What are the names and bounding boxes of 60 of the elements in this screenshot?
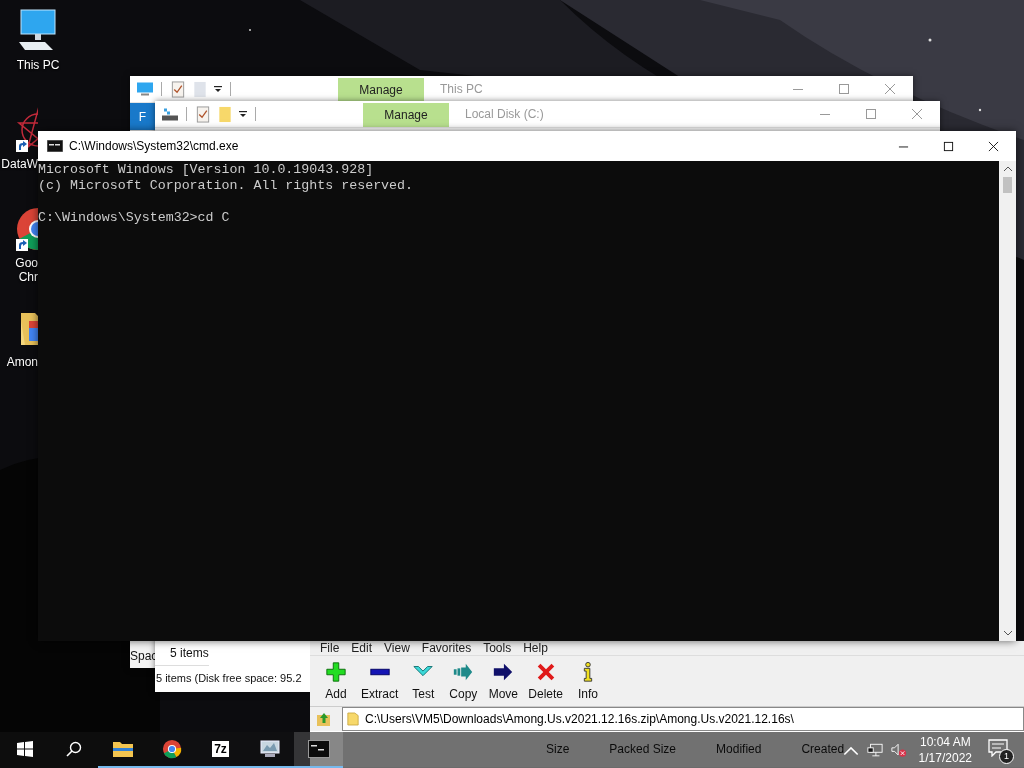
ribbon-tab[interactable]: Manage	[363, 103, 449, 127]
search-icon	[65, 741, 82, 757]
console-prompt[interactable]: C:\Windows\System32>cd C	[38, 210, 999, 226]
column-header[interactable]: Packed Size	[609, 742, 677, 756]
toolbar-button[interactable]: Copy	[443, 661, 484, 701]
icon-label: Amon	[5, 355, 38, 369]
column-header[interactable]: Modified	[716, 742, 762, 756]
file-tab[interactable]: F	[130, 103, 155, 130]
browser-icon	[160, 739, 183, 759]
icon-label: Chr	[17, 270, 38, 284]
scrollbar[interactable]	[999, 161, 1016, 641]
dropdown-icon[interactable]	[213, 84, 223, 94]
clock-date[interactable]: 1/17/2022	[918, 750, 972, 766]
starburst-icon[interactable]	[15, 107, 38, 153]
muted-speaker-icon[interactable]	[890, 742, 907, 758]
icon-label: This PC	[16, 58, 60, 72]
console-line: Microsoft Windows [Version 10.0.19043.928]	[38, 162, 375, 178]
toolbar-button[interactable]: Delete	[523, 661, 569, 701]
taskbar-button[interactable]: 7z	[196, 732, 245, 768]
toolbar-button[interactable]: Test	[403, 661, 444, 701]
window-title: This PC	[440, 82, 483, 96]
console-icon	[47, 140, 63, 152]
icon-label: DataW	[0, 157, 38, 171]
window-title: C:\Windows\System32\cmd.exe	[69, 139, 239, 153]
path-field[interactable]: C:\Users\VM5\Downloads\Among.Us.v2021.12.16s.zip\Among.Us.v2021.12.16s\	[342, 707, 1024, 731]
computer-icon	[136, 80, 154, 98]
menu-item[interactable]: Favorites	[415, 641, 478, 655]
dropdown-icon[interactable]	[238, 109, 248, 119]
menu-item[interactable]: File	[314, 641, 346, 655]
scroll-up-icon[interactable]	[1002, 165, 1013, 173]
menu-item[interactable]: Tools	[477, 641, 518, 655]
menu-item[interactable]: Edit	[345, 641, 379, 655]
scroll-down-icon[interactable]	[1002, 629, 1013, 637]
ribbon-tab[interactable]: Manage	[338, 78, 424, 102]
toolbar-button[interactable]: Add	[316, 661, 356, 701]
move-icon	[492, 661, 515, 683]
folder-icon	[347, 711, 359, 727]
column-header[interactable]: Size	[546, 742, 570, 756]
toolbar-button[interactable]: Extract	[356, 661, 404, 701]
menu-item[interactable]: View	[378, 641, 416, 655]
taskbar-button[interactable]	[294, 732, 343, 768]
add-icon	[325, 661, 347, 683]
windows-logo-icon	[16, 741, 33, 757]
properties-icon[interactable]	[169, 80, 187, 98]
network-icon[interactable]	[866, 742, 883, 758]
notification-icon[interactable]	[988, 739, 1008, 757]
toolbar-button[interactable]: Move	[483, 661, 524, 701]
scroll-thumb[interactable]	[1003, 177, 1012, 193]
icon-label: Goo	[14, 256, 38, 270]
column-header[interactable]: Created	[801, 742, 845, 756]
console-line: (c) Microsoft Corporation. All rights reserved.	[38, 178, 415, 194]
console-icon	[307, 739, 330, 759]
properties-icon[interactable]	[194, 105, 212, 123]
monitor-icon	[258, 739, 281, 759]
clock-time[interactable]: 10:04 AM	[919, 734, 971, 750]
menu-item[interactable]: Help	[517, 641, 554, 655]
up-folder-icon[interactable]	[316, 711, 332, 727]
status-text: 5 items (Disk free space: 95.2	[155, 671, 302, 686]
window-title: Local Disk (C:)	[465, 107, 544, 121]
toolbar-button[interactable]: Info	[568, 661, 609, 701]
